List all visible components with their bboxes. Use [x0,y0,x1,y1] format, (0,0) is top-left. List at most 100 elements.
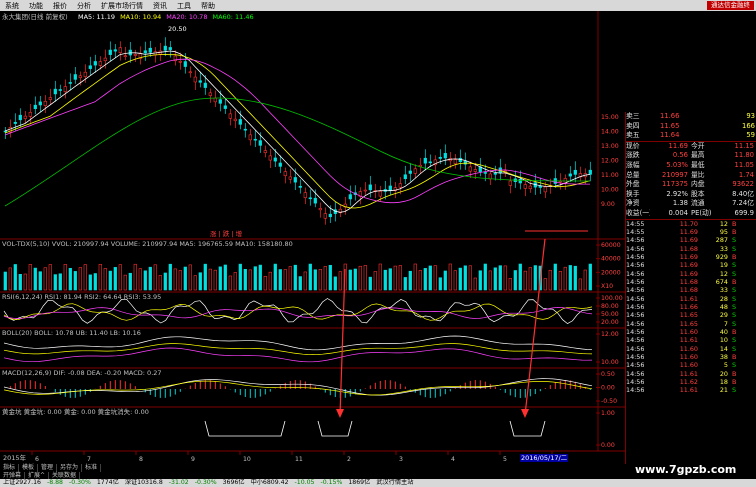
candle-body [228,113,232,119]
price-axis-label: 15.00 [601,114,619,121]
volume-bar [503,265,507,291]
extension-tabs: 开弹幕 扩展^ 关联数据 [0,472,81,479]
indicator-tab[interactable]: 另存为 [57,464,83,472]
tick-time: 14:56 [626,286,645,295]
volume-bar [443,270,447,291]
volume-bar [278,269,282,291]
candle-body [213,97,217,103]
tick-time: 14:56 [626,378,645,387]
volume-bar [273,263,277,291]
tick-row: 14:56 11.69 19 S [626,261,756,269]
menu-item[interactable]: 工具 [172,1,196,11]
volume-bar [493,267,497,291]
volume-bar [548,269,552,291]
menu-item[interactable]: 功能 [24,1,48,11]
tick-row: 14:56 11.69 287 S [626,236,756,244]
tick-side: B [732,227,737,236]
tick-time: 14:56 [626,319,645,328]
extension-tab[interactable]: 开弹幕 [0,472,26,479]
volume-bar [338,271,342,291]
tick-row: 14:56 11.60 40 B [626,328,756,336]
candle-body [143,50,147,54]
boll-mid-line [3,343,593,355]
candle-body [208,92,212,96]
volume-bar [558,271,562,291]
indicator-tabs: 指标 模板 管理 另存为 标准 [0,464,102,472]
menu-item[interactable]: 分析 [72,1,96,11]
candle-body [193,76,197,83]
volume-bar [438,277,442,291]
volume-bar [348,269,352,291]
tick-volume: 287 [715,236,728,245]
candle-body [58,89,62,91]
menu-item[interactable]: 扩展市场行情 [96,1,148,11]
tick-volume: 33 [719,244,728,253]
candle-body [473,169,477,172]
indicator-tab[interactable]: 模板 [19,464,39,472]
volume-bar [323,266,327,291]
candle-body [318,208,322,211]
candle-body [323,213,327,219]
menu-item[interactable]: 系统 [0,1,24,11]
status-item: -8.88 [46,479,63,486]
candle-body [148,47,152,53]
volume-bar [48,264,52,291]
menu-item[interactable]: 资讯 [148,1,172,11]
tick-price: 11.61 [679,336,698,345]
quote-key: 净资 [626,199,640,208]
volume-bar [358,265,362,291]
gold-pit-shape [509,420,546,437]
menu-item[interactable]: 帮助 [196,1,220,11]
tick-side: S [732,361,737,370]
tick-row: 14:56 11.68 33 S [626,286,756,294]
quote-key: 涨幅 [626,160,640,169]
tick-volume: 19 [719,261,728,270]
quote-row: 现价 11.69 今开 11.15 [626,142,756,152]
tick-price: 11.65 [679,311,698,320]
tick-price: 11.69 [679,252,698,261]
boll-lb-line [3,347,593,363]
extension-tab[interactable]: 扩展^ [25,472,50,479]
ask-price: 11.64 [660,131,680,140]
tick-time: 14:56 [626,311,645,320]
indicator-tab[interactable]: 标准 [82,464,102,472]
chart-area[interactable]: 15.00 14.00 13.00 12.00 11.00 10.00 9.00 60000 4… [0,11,625,464]
extension-tab[interactable]: 关联数据 [49,472,81,479]
quote-value: 210997 [662,170,688,179]
ask-row: 卖五 11.64 59 [626,131,756,141]
tick-side: B [732,219,737,228]
tick-row: 14:55 11.69 95 B [626,228,756,236]
tick-volume: 12 [719,219,728,228]
tick-price: 11.61 [679,369,698,378]
tick-side: B [732,353,737,362]
tick-row: 14:56 11.65 29 S [626,311,756,319]
tick-time: 14:56 [626,369,645,378]
menu-item[interactable]: 报价 [48,1,72,11]
quote-value: 699.9 [734,208,754,217]
tick-price: 11.69 [679,227,698,236]
volume-bar [143,270,147,291]
volume-bar [188,264,192,291]
volume-bar [118,264,122,291]
volume-bar [193,275,197,291]
date-tick-label: 11 [295,456,303,463]
status-item: 深证10316.8 [124,479,163,486]
candle-body [18,114,22,121]
ad-banner[interactable]: 通达信金融终 [707,1,754,10]
volume-bar [328,264,332,291]
volume-bar [258,264,262,291]
volume-bar [98,263,102,291]
candle-body [428,161,432,164]
volume-bar [133,263,137,291]
tick-side: S [732,302,737,311]
volume-bar [128,272,132,291]
ma10-line [4,54,591,209]
indicator-tab[interactable]: 指标 [0,464,20,472]
tick-side: S [732,269,737,278]
candle-body [248,134,252,141]
indicator-tab[interactable]: 管理 [38,464,58,472]
axis-tick-label: 0.50 [601,371,615,378]
candle-body [348,194,352,200]
volume-bar [158,275,162,291]
candle-body [73,74,77,80]
